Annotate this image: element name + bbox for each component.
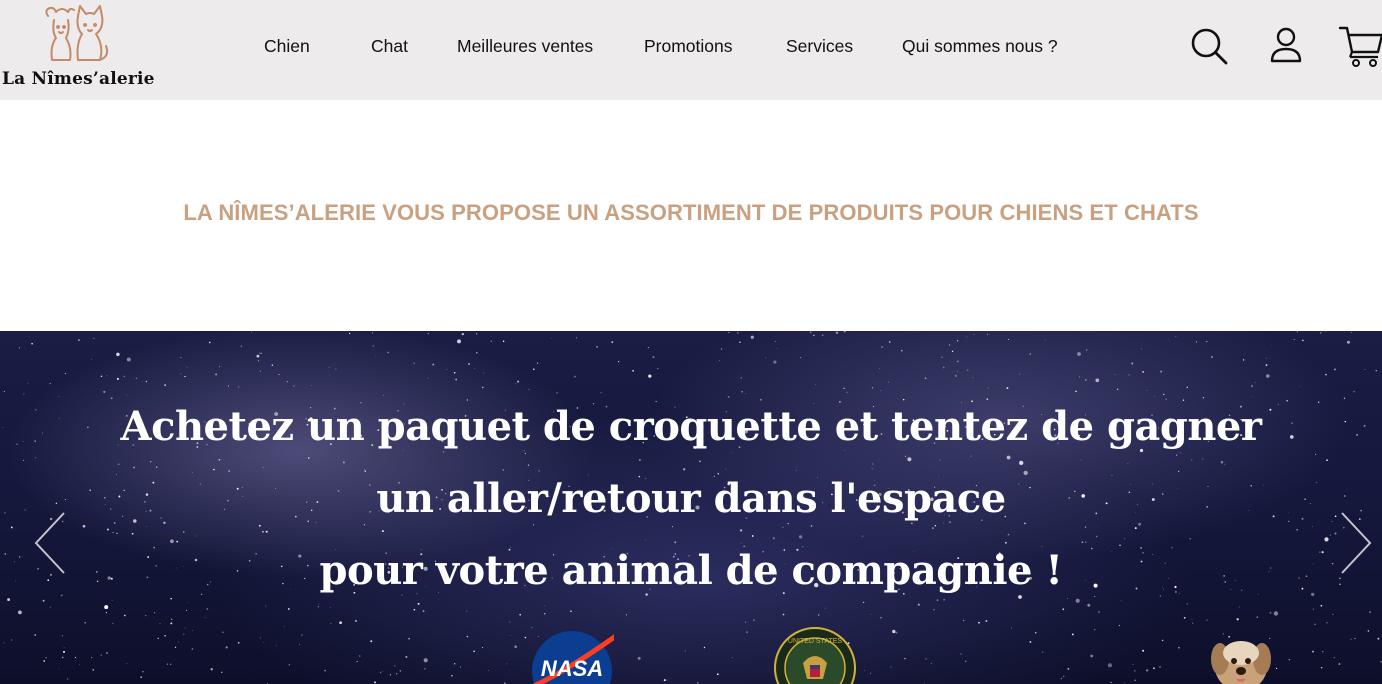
logo[interactable]: La Nîmes’alerie	[0, 2, 155, 96]
nav-chat[interactable]: Chat	[371, 36, 408, 57]
tagline: LA NÎMES’ALERIE VOUS PROPOSE UN ASSORTIM…	[183, 200, 1199, 225]
us-seal-logo: UNITED STATES	[774, 627, 856, 684]
carousel-prev-arrow-icon[interactable]	[34, 511, 66, 575]
hero-carousel: Achetez un paquet de croquette et tentez…	[0, 331, 1382, 684]
carousel-next-arrow-icon[interactable]	[1340, 511, 1372, 575]
search-icon[interactable]	[1188, 24, 1232, 68]
dog-cat-logo-icon	[45, 5, 109, 61]
user-icon[interactable]	[1264, 24, 1308, 68]
nav-meilleures-ventes[interactable]: Meilleures ventes	[457, 36, 593, 57]
dog-photo	[1208, 631, 1274, 684]
hero-line-2: un aller/retour dans l'espace	[376, 475, 1006, 522]
hero-line-1: Achetez un paquet de croquette et tentez…	[120, 403, 1262, 450]
cart-icon[interactable]	[1338, 24, 1382, 68]
nasa-logo: NASA	[530, 629, 622, 684]
site-header: La Nîmes’alerie Chien Chat Meilleures ve…	[0, 0, 1382, 100]
nasa-logo-text: NASA	[541, 656, 603, 681]
logo-text: La Nîmes’alerie	[2, 69, 155, 89]
nav-chien[interactable]: Chien	[264, 36, 310, 57]
seal-text: UNITED STATES	[788, 638, 843, 645]
nav-services[interactable]: Services	[786, 36, 853, 57]
hero-line-3: pour votre animal de compagnie !	[319, 547, 1063, 594]
nav-promotions[interactable]: Promotions	[644, 36, 733, 57]
nav-qui-sommes-nous[interactable]: Qui sommes nous ?	[902, 36, 1058, 57]
